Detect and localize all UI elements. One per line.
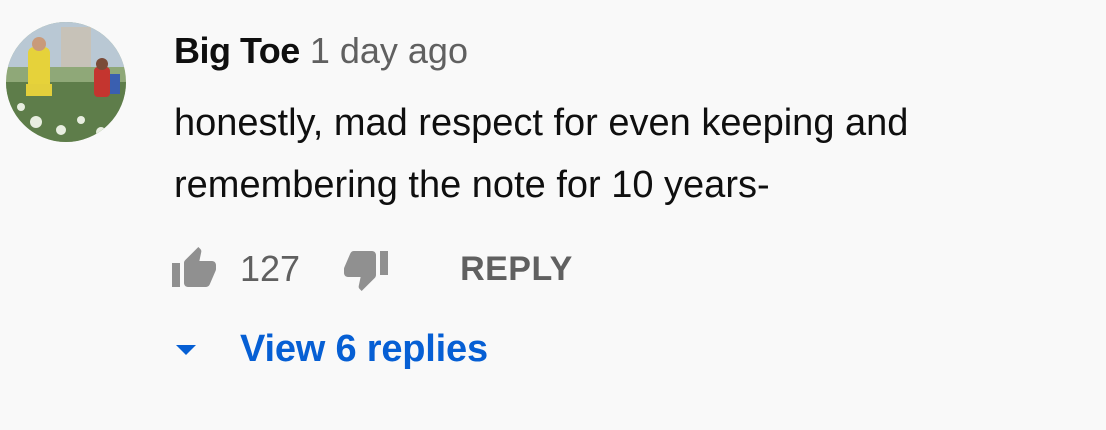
- author-name[interactable]: Big Toe: [174, 30, 300, 71]
- comment-timestamp[interactable]: 1 day ago: [310, 30, 468, 71]
- comment-text: honestly, mad respect for even keeping a…: [174, 92, 1074, 216]
- comment-header: Big Toe 1 day ago: [174, 29, 468, 73]
- avatar[interactable]: [6, 22, 126, 142]
- like-count: 127: [240, 248, 301, 289]
- comment-actions: 127 REPLY: [172, 244, 573, 294]
- view-replies-button[interactable]: View 6 replies: [170, 328, 488, 371]
- caret-down-icon: [170, 334, 202, 366]
- view-replies-label: View 6 replies: [240, 328, 488, 370]
- thumbs-up-icon: [172, 247, 216, 287]
- avatar-image: [6, 22, 126, 142]
- thumbs-down-icon: [344, 251, 389, 291]
- comment-text-line: remembering the note for 10 years-: [174, 164, 770, 206]
- reply-button[interactable]: REPLY: [460, 250, 573, 289]
- dislike-button[interactable]: [342, 245, 390, 293]
- comment-thread: Big Toe 1 day ago honestly, mad respect f…: [0, 0, 1106, 430]
- comment-text-line: honestly, mad respect for even keeping a…: [174, 102, 909, 144]
- like-button[interactable]: [170, 245, 218, 293]
